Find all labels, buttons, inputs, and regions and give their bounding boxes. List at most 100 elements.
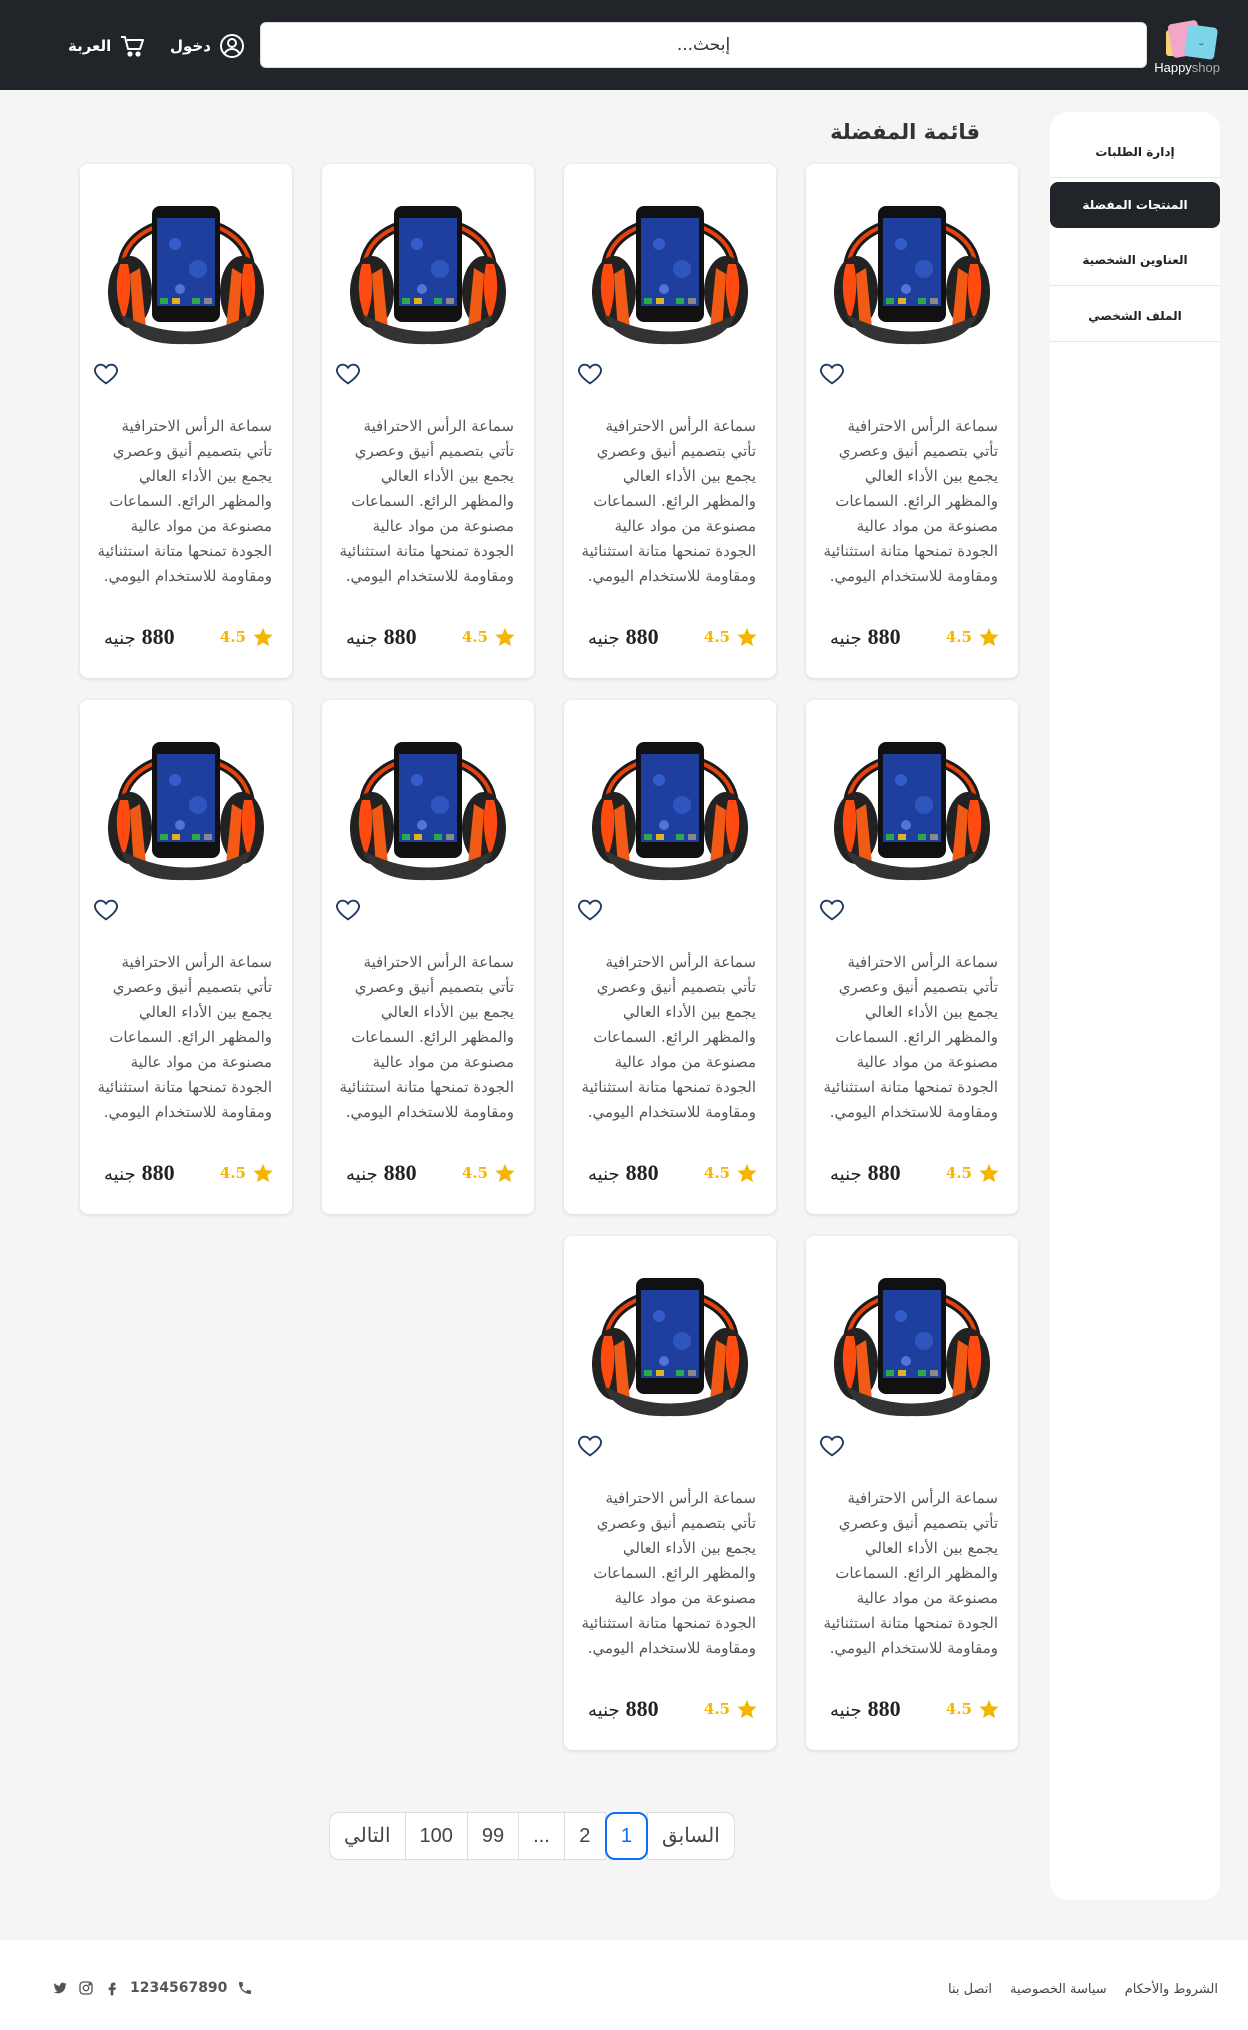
search-input[interactable]: إبحث... [260,22,1147,68]
instagram-icon[interactable] [78,1980,94,1996]
pagination-prev-button[interactable]: السابق [646,1812,735,1860]
price-currency: جنيه [346,1164,378,1184]
twitter-icon[interactable] [52,1980,68,1996]
rating-value: 4.5 [945,628,972,646]
product-description: سماعة الرأس الاحترافية تأتي بتصميم أنيق … [97,417,272,585]
product-rating: 4.5 [946,626,1000,648]
price-currency: جنيه [588,1164,620,1184]
footer-link-contact[interactable]: اتصل بنا [948,1982,992,1997]
cart-label: العربة [68,37,112,55]
product-image [592,206,748,345]
favorite-heart-icon[interactable] [818,896,846,924]
favorite-heart-icon[interactable] [576,896,604,924]
price-amount: 880 [625,1696,659,1721]
footer-link-privacy[interactable]: سياسة الخصوصية [1010,1982,1107,1997]
pagination-page-99[interactable]: 99 [466,1812,520,1860]
footer-contact: 1234567890 [52,1980,253,1996]
product-card[interactable]: سماعة الرأس الاحترافية تأتي بتصميم أنيق … [322,700,534,1214]
sidebar-item-orders[interactable]: إدارة الطلبات [1050,126,1220,178]
sidebar-item-addresses[interactable]: العناوين الشخصية [1050,234,1220,286]
pagination-page-1[interactable]: 1 [604,1812,648,1860]
product-price: 880 جنيه [346,1160,417,1186]
pagination: السابق 1 2 ... 99 100 التالي [329,1812,735,1860]
price-amount: 880 [383,1160,417,1185]
product-description: سماعة الرأس الاحترافية تأتي بتصميم أنيق … [823,1489,998,1657]
product-image [834,206,990,345]
product-description: سماعة الرأس الاحترافية تأتي بتصميم أنيق … [581,417,756,585]
login-button[interactable]: دخول [170,30,245,62]
footer-link-terms[interactable]: الشروط والأحكام [1125,1982,1218,1997]
pagination-page-100[interactable]: 100 [404,1812,468,1860]
sidebar-item-profile[interactable]: الملف الشخصي [1050,290,1220,342]
product-price: 880 جنيه [104,624,175,650]
favorite-heart-icon[interactable] [334,896,362,924]
price-amount: 880 [141,624,175,649]
product-rating: 4.5 [946,1698,1000,1720]
star-icon [253,627,273,647]
product-image [350,742,506,881]
rating-value: 4.5 [703,1700,730,1718]
sidebar-item-favorites[interactable]: المنتجات المفضلة [1050,182,1220,228]
product-card[interactable]: سماعة الرأس الاحترافية تأتي بتصميم أنيق … [564,164,776,678]
product-card[interactable]: سماعة الرأس الاحترافية تأتي بتصميم أنيق … [564,700,776,1214]
product-rating: 4.5 [462,626,516,648]
price-currency: جنيه [346,628,378,648]
product-rating: 4.5 [946,1162,1000,1184]
price-currency: جنيه [104,628,136,648]
favorite-heart-icon[interactable] [576,360,604,388]
pagination-ellipsis: ... [518,1812,565,1860]
price-currency: جنيه [588,628,620,648]
price-currency: جنيه [104,1164,136,1184]
price-amount: 880 [867,1160,901,1185]
price-currency: جنيه [830,1700,862,1720]
rating-value: 4.5 [945,1164,972,1182]
favorite-heart-icon[interactable] [92,360,120,388]
rating-value: 4.5 [219,628,246,646]
product-image [834,742,990,881]
product-description: سماعة الرأس الاحترافية تأتي بتصميم أنيق … [581,953,756,1121]
footer-phone[interactable]: 1234567890 [130,1980,227,1996]
product-price: 880 جنيه [104,1160,175,1186]
favorite-heart-icon[interactable] [92,896,120,924]
star-icon [979,1699,999,1719]
price-currency: جنيه [588,1700,620,1720]
product-image [108,742,264,881]
product-description: سماعة الرأس الاحترافية تأتي بتصميم أنيق … [339,417,514,585]
pagination-next-button[interactable]: التالي [329,1812,406,1860]
product-card[interactable]: سماعة الرأس الاحترافية تأتي بتصميم أنيق … [806,700,1018,1214]
product-card[interactable]: سماعة الرأس الاحترافية تأتي بتصميم أنيق … [564,1236,776,1750]
star-icon [495,627,515,647]
rating-value: 4.5 [461,1164,488,1182]
facebook-icon[interactable] [104,1980,120,1996]
product-price: 880 جنيه [830,1160,901,1186]
favorite-heart-icon[interactable] [576,1432,604,1460]
product-description: سماعة الرأس الاحترافية تأتي بتصميم أنيق … [97,953,272,1121]
cart-icon [121,36,145,57]
product-rating: 4.5 [220,1162,274,1184]
price-amount: 880 [867,624,901,649]
product-card[interactable]: سماعة الرأس الاحترافية تأتي بتصميم أنيق … [80,700,292,1214]
product-rating: 4.5 [462,1162,516,1184]
product-card[interactable]: سماعة الرأس الاحترافية تأتي بتصميم أنيق … [80,164,292,678]
product-price: 880 جنيه [346,624,417,650]
favorite-heart-icon[interactable] [334,360,362,388]
product-image [592,742,748,881]
product-price: 880 جنيه [588,624,659,650]
footer-links: الشروط والأحكام سياسة الخصوصية اتصل بنا [948,1982,1218,1997]
product-card[interactable]: سماعة الرأس الاحترافية تأتي بتصميم أنيق … [806,1236,1018,1750]
logo-wordmark: Happyshop [1154,60,1220,75]
rating-value: 4.5 [461,628,488,646]
happyshop-logo[interactable]: ᵕ Happyshop [1150,16,1220,78]
cart-button[interactable]: العربة [68,30,145,62]
favorite-heart-icon[interactable] [818,360,846,388]
pagination-page-2[interactable]: 2 [563,1812,606,1860]
favorite-heart-icon[interactable] [818,1432,846,1460]
logo-smile: ᵕ [1199,38,1204,52]
price-amount: 880 [625,1160,659,1185]
star-icon [737,1163,757,1183]
product-card[interactable]: سماعة الرأس الاحترافية تأتي بتصميم أنيق … [322,164,534,678]
phone-icon [239,1982,252,1994]
product-rating: 4.5 [704,1698,758,1720]
product-card[interactable]: سماعة الرأس الاحترافية تأتي بتصميم أنيق … [806,164,1018,678]
rating-value: 4.5 [703,628,730,646]
